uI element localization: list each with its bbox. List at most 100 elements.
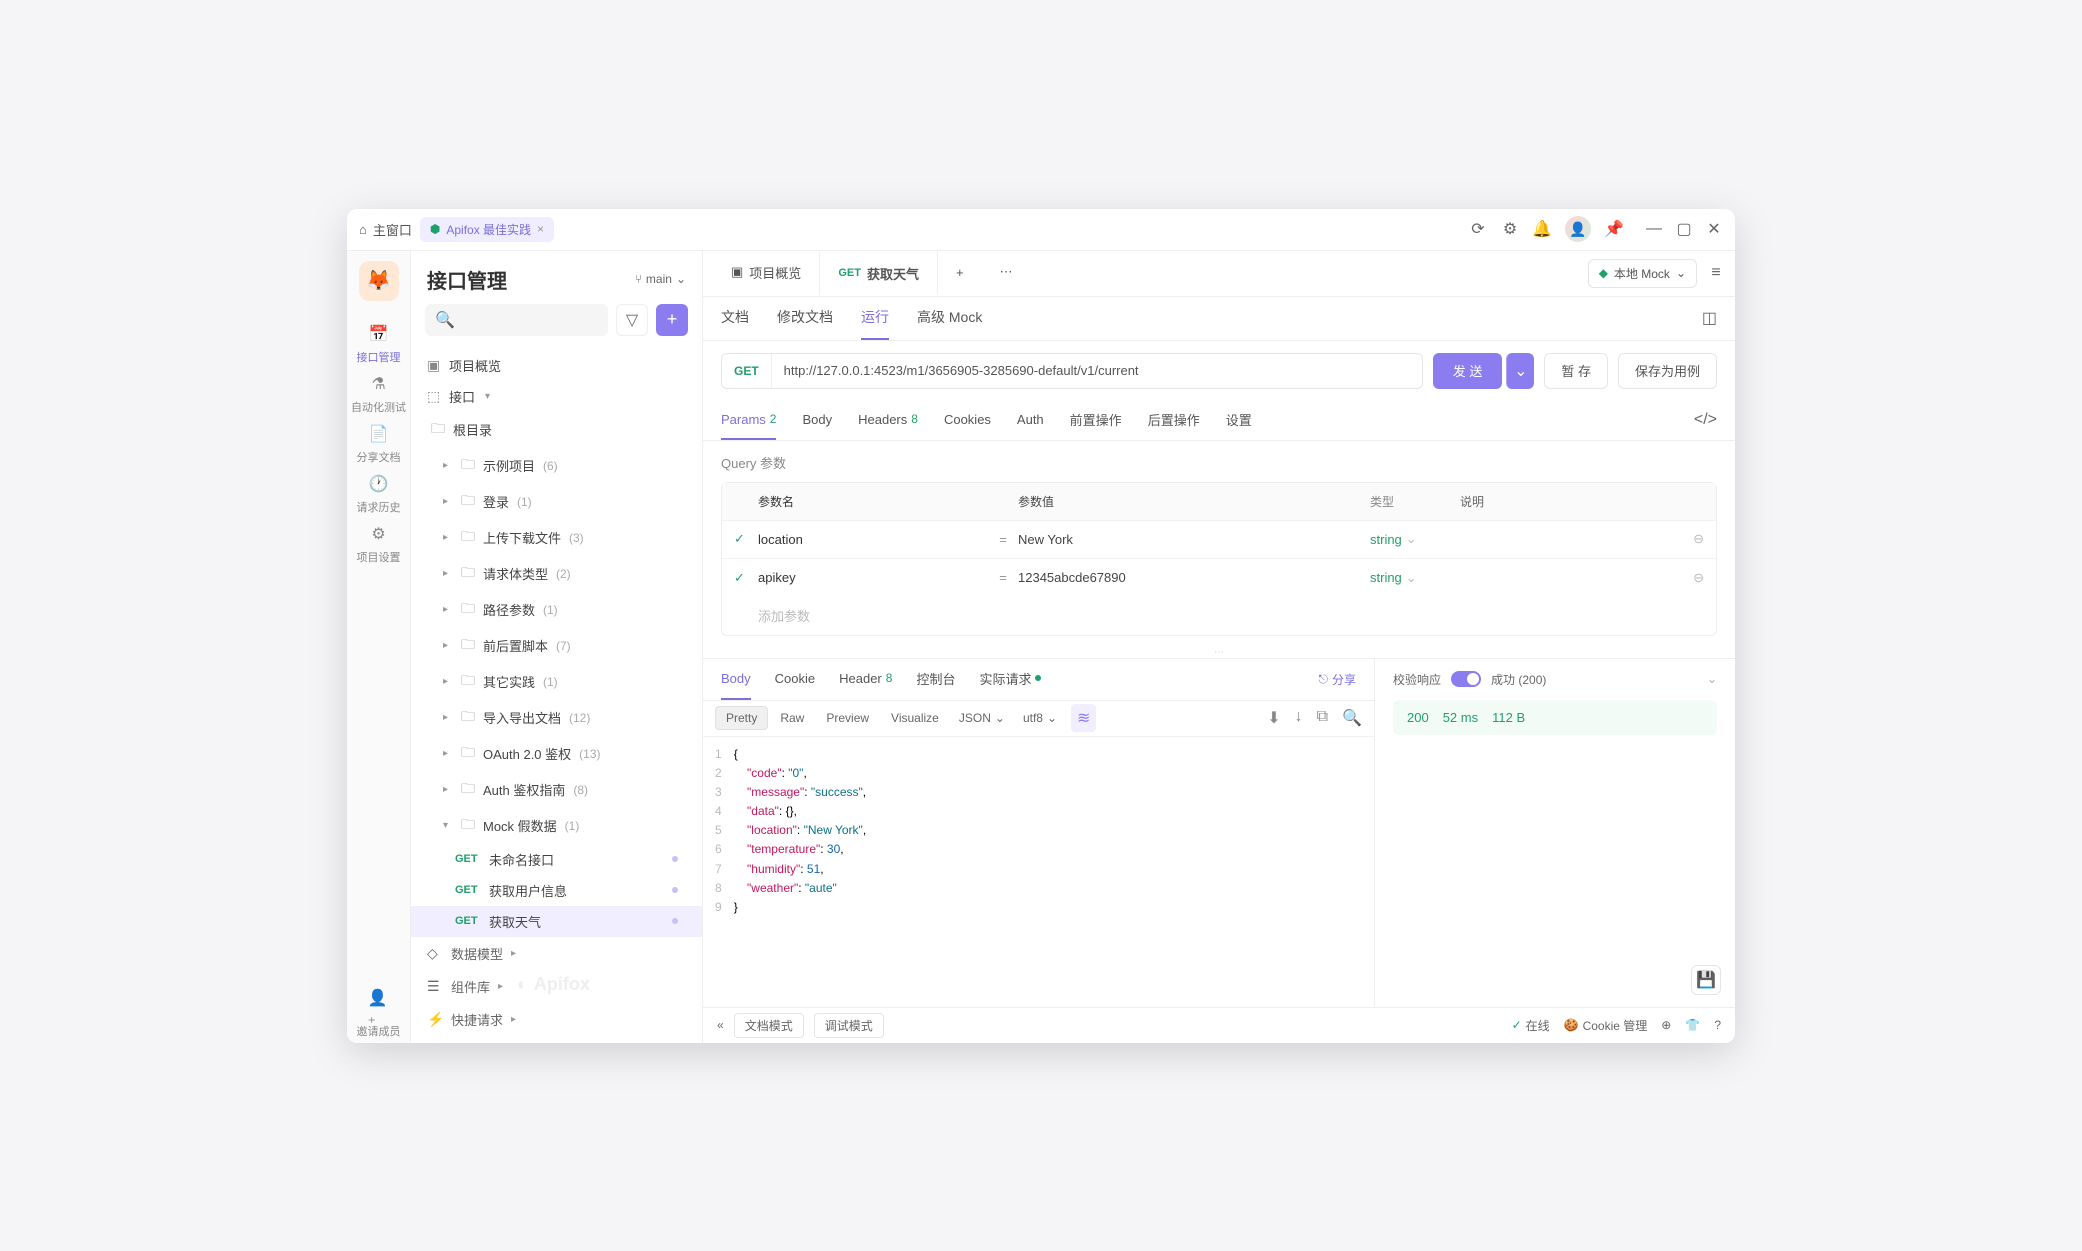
req-tab[interactable]: Params2: [721, 401, 776, 440]
tree-section[interactable]: ◇数据模型▸: [411, 937, 702, 970]
code-icon[interactable]: </>: [1694, 411, 1717, 429]
format-button[interactable]: Preview: [816, 707, 879, 729]
req-tab[interactable]: Body: [802, 401, 832, 440]
debug-mode-button[interactable]: 调试模式: [814, 1013, 884, 1038]
rail-invite[interactable]: 👤₊ 邀请成员: [353, 993, 405, 1043]
tree-folder[interactable]: ▸🗀登录(1): [411, 484, 702, 520]
param-type[interactable]: string ⌄: [1370, 531, 1460, 547]
subtab[interactable]: 文档: [721, 297, 749, 340]
window-tab[interactable]: ⬢ Apifox 最佳实践 ×: [420, 217, 554, 242]
param-value[interactable]: New York: [1018, 532, 1370, 547]
req-tab[interactable]: 设置: [1226, 401, 1252, 440]
param-name[interactable]: apikey: [758, 570, 988, 585]
save-tmp-button[interactable]: 暂 存: [1544, 353, 1608, 389]
param-value[interactable]: 12345abcde67890: [1018, 570, 1370, 585]
doc-mode-button[interactable]: 文档模式: [734, 1013, 804, 1038]
tree-root-folder[interactable]: 🗀 根目录: [411, 412, 702, 448]
share-button[interactable]: ⎋ 分享: [1318, 671, 1356, 688]
delete-icon[interactable]: ⊖: [1680, 570, 1704, 586]
param-row[interactable]: ✓apikey=12345abcde67890string ⌄⊖: [722, 559, 1716, 597]
help-icon[interactable]: ?: [1714, 1018, 1721, 1032]
home-button[interactable]: ⌂ 主窗口: [359, 220, 412, 239]
tree-folder[interactable]: ▸🗀前后置脚本(7): [411, 628, 702, 664]
json-body[interactable]: { "code": "0", "message": "success", "da…: [734, 745, 866, 999]
method-select[interactable]: GET: [722, 354, 772, 388]
req-tab[interactable]: Auth: [1017, 401, 1044, 440]
delete-icon[interactable]: ⊖: [1680, 531, 1704, 547]
req-tab[interactable]: Headers8: [858, 401, 918, 440]
send-button[interactable]: 发 送: [1433, 353, 1503, 389]
tree-folder[interactable]: ▸🗀其它实践(1): [411, 664, 702, 700]
tree-folder[interactable]: ▸🗀Auth 鉴权指南(8): [411, 772, 702, 808]
tree-endpoint[interactable]: GET获取用户信息: [411, 875, 702, 906]
gear-icon[interactable]: ⚙: [1501, 220, 1519, 238]
chevron-down-icon[interactable]: ⌄: [1707, 672, 1717, 686]
tree-folder[interactable]: ▸🗀请求体类型(2): [411, 556, 702, 592]
tab-active-api[interactable]: GET 获取天气: [819, 251, 938, 296]
encoding-select[interactable]: utf8 ⌄: [1015, 707, 1065, 729]
avatar[interactable]: 👤: [1565, 216, 1591, 242]
branch-select[interactable]: ⑂ main ⌄: [635, 272, 686, 286]
body-type-select[interactable]: JSON ⌄: [951, 707, 1013, 729]
cookie-mgmt[interactable]: 🍪Cookie 管理: [1564, 1017, 1648, 1034]
check-icon[interactable]: ✓: [734, 531, 758, 547]
tree-section[interactable]: ⚡快捷请求▸: [411, 1003, 702, 1036]
rail-item-2[interactable]: 📄分享文档: [347, 419, 410, 469]
tab-new[interactable]: +: [938, 251, 982, 296]
rail-item-1[interactable]: ⚗自动化测试: [347, 369, 410, 419]
resp-tab[interactable]: 实际请求: [979, 659, 1041, 700]
add-button[interactable]: +: [656, 304, 688, 336]
subtab[interactable]: 修改文档: [777, 297, 833, 340]
bell-icon[interactable]: 🔔: [1533, 220, 1551, 238]
format-button[interactable]: Raw: [770, 707, 814, 729]
tree-section[interactable]: ☰组件库▸: [411, 970, 702, 1003]
req-tab[interactable]: 前置操作: [1070, 401, 1122, 440]
filter-button[interactable]: ▽: [616, 304, 648, 336]
layout-icon[interactable]: ◫: [1702, 308, 1717, 328]
maximize-icon[interactable]: ▢: [1675, 220, 1693, 238]
search-input[interactable]: 🔍: [425, 304, 608, 336]
format-button[interactable]: Pretty: [715, 706, 768, 730]
url-input[interactable]: GET http://127.0.0.1:4523/m1/3656905-328…: [721, 353, 1423, 389]
resp-tab[interactable]: Header8: [839, 659, 892, 700]
download-icon[interactable]: ↓: [1295, 708, 1303, 728]
shirt-icon[interactable]: 👕: [1685, 1018, 1700, 1032]
add-param-row[interactable]: 添加参数: [722, 597, 1716, 635]
send-dropdown[interactable]: ⌄: [1506, 353, 1534, 389]
tab-overview[interactable]: ▣ 项目概览: [713, 251, 819, 296]
app-logo[interactable]: 🦊: [359, 261, 399, 301]
tree-folder[interactable]: ▸🗀路径参数(1): [411, 592, 702, 628]
tree-overview[interactable]: ▣ 项目概览: [411, 350, 702, 381]
tree-folder[interactable]: ▸🗀上传下载文件(3): [411, 520, 702, 556]
tree-endpoint[interactable]: GET获取天气: [411, 906, 702, 937]
search-response-icon[interactable]: 🔍: [1342, 708, 1362, 728]
environment-select[interactable]: ◆ 本地 Mock ⌄: [1588, 259, 1697, 288]
tree-api-root[interactable]: ⬚ 接口 ▾: [411, 381, 702, 412]
refresh-icon[interactable]: ⟳: [1469, 220, 1487, 238]
check-icon[interactable]: ✓: [734, 570, 758, 586]
param-row[interactable]: ✓location=New Yorkstring ⌄⊖: [722, 521, 1716, 559]
rail-item-0[interactable]: 📅接口管理: [347, 319, 410, 369]
rail-item-3[interactable]: 🕐请求历史: [347, 469, 410, 519]
tree-folder[interactable]: ▸🗀示例项目(6): [411, 448, 702, 484]
tree-folder[interactable]: ▸🗀导入导出文档(12): [411, 700, 702, 736]
beautify-button[interactable]: ≋: [1071, 704, 1096, 732]
menu-icon[interactable]: ≡: [1707, 264, 1725, 282]
req-tab[interactable]: 后置操作: [1148, 401, 1200, 440]
collapse-button[interactable]: «: [717, 1018, 724, 1032]
tree-endpoint[interactable]: GET未命名接口: [411, 844, 702, 875]
close-icon[interactable]: ×: [537, 222, 544, 236]
format-button[interactable]: Visualize: [881, 707, 949, 729]
param-name[interactable]: location: [758, 532, 988, 547]
rail-item-4[interactable]: ⚙项目设置: [347, 519, 410, 569]
minimize-icon[interactable]: —: [1645, 220, 1663, 238]
add-circle-icon[interactable]: ⊕: [1661, 1018, 1671, 1032]
param-type[interactable]: string ⌄: [1370, 570, 1460, 586]
tree-section[interactable]: 🗑回收站: [411, 1036, 702, 1043]
resp-tab[interactable]: Cookie: [775, 659, 815, 700]
splitter[interactable]: ⋯: [703, 648, 1735, 658]
tab-more[interactable]: ⋯: [982, 251, 1031, 296]
subtab[interactable]: 高级 Mock: [917, 297, 982, 340]
req-tab[interactable]: Cookies: [944, 401, 991, 440]
validate-toggle[interactable]: [1451, 671, 1481, 687]
